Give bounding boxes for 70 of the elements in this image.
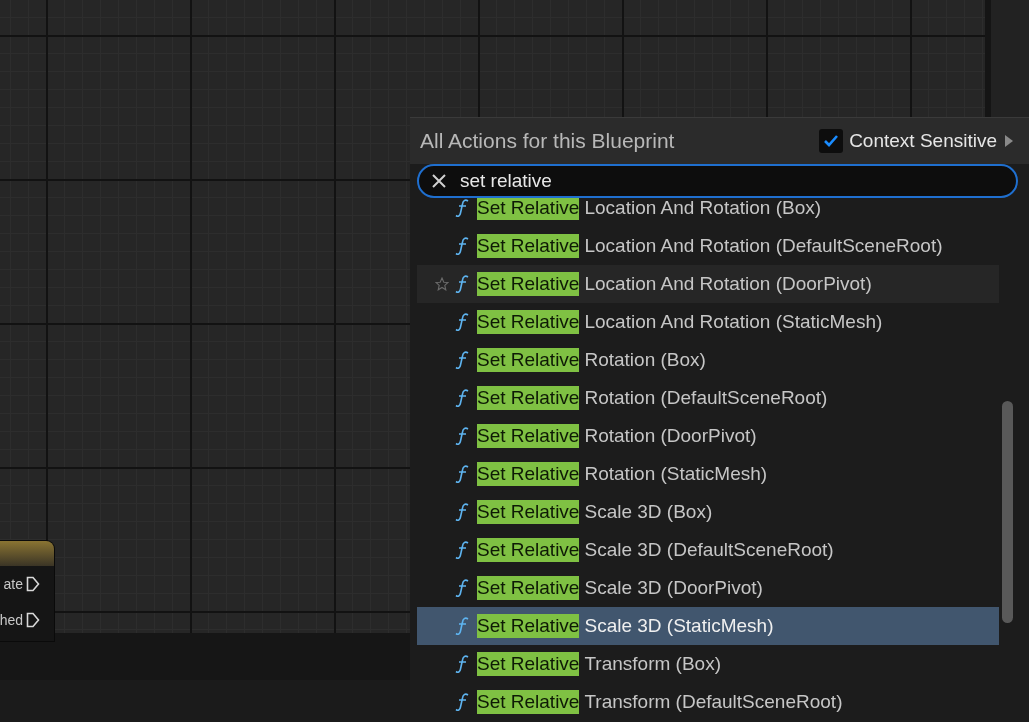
match-highlight: Set Relative <box>477 462 580 486</box>
action-label: Scale 3D (DefaultSceneRoot) <box>584 539 834 561</box>
action-label: Rotation (DefaultSceneRoot) <box>584 387 828 409</box>
function-icon <box>455 692 471 712</box>
action-item[interactable]: Set Relative Location And Rotation (Box) <box>417 198 999 227</box>
checkmark-icon <box>823 134 840 148</box>
match-highlight: Set Relative <box>477 652 580 676</box>
match-highlight: Set Relative <box>477 234 580 258</box>
action-label: Location And Rotation (DoorPivot) <box>584 273 872 295</box>
exec-pin-icon[interactable] <box>26 576 40 592</box>
action-label: Location And Rotation (Box) <box>584 198 822 219</box>
function-icon <box>455 502 471 522</box>
function-icon <box>455 616 471 636</box>
action-label: Transform (DefaultSceneRoot) <box>584 691 843 713</box>
action-item[interactable]: Set Relative Location And Rotation (StaticMesh) <box>417 303 999 341</box>
clear-icon[interactable] <box>431 173 447 189</box>
match-highlight: Set Relative <box>477 538 580 562</box>
action-item[interactable]: Set Relative Scale 3D (DefaultSceneRoot) <box>417 531 999 569</box>
action-item[interactable]: Set Relative Scale 3D (DoorPivot) <box>417 569 999 607</box>
function-icon <box>455 388 471 408</box>
star-icon[interactable] <box>435 277 449 291</box>
function-icon <box>455 274 471 294</box>
match-highlight: Set Relative <box>477 348 580 372</box>
match-highlight: Set Relative <box>477 310 580 334</box>
match-highlight: Set Relative <box>477 272 580 296</box>
pin-label: hed <box>0 612 23 628</box>
action-label: Scale 3D (Box) <box>584 501 713 523</box>
pin-label: ate <box>3 576 23 592</box>
exec-pin-icon[interactable] <box>26 612 40 628</box>
action-item[interactable]: Set Relative Rotation (StaticMesh) <box>417 455 999 493</box>
match-highlight: Set Relative <box>477 198 580 220</box>
search-field[interactable]: set relative <box>417 164 1018 198</box>
checkbox[interactable] <box>819 129 844 153</box>
checkbox-label: Context Sensitive <box>849 130 997 152</box>
function-icon <box>455 198 471 218</box>
action-label: Location And Rotation (DefaultSceneRoot) <box>584 235 943 257</box>
action-item[interactable]: Set Relative Transform (DefaultSceneRoot) <box>417 683 999 721</box>
function-icon <box>455 312 471 332</box>
match-highlight: Set Relative <box>477 424 580 448</box>
match-highlight: Set Relative <box>477 576 580 600</box>
action-label: Scale 3D (DoorPivot) <box>584 577 763 599</box>
action-item[interactable]: Set Relative Transform (Box) <box>417 645 999 683</box>
node-header <box>0 541 54 566</box>
action-item[interactable]: Set Relative Location And Rotation (DefaultSceneRoot) <box>417 227 999 265</box>
function-icon <box>455 654 471 674</box>
function-icon <box>455 236 471 256</box>
action-label: Rotation (Box) <box>584 349 706 371</box>
action-label: Transform (Box) <box>584 653 721 675</box>
match-highlight: Set Relative <box>477 690 580 714</box>
action-label: Location And Rotation (StaticMesh) <box>584 311 883 333</box>
match-highlight: Set Relative <box>477 614 580 638</box>
action-item[interactable]: Set Relative Rotation (DoorPivot) <box>417 417 999 455</box>
action-item[interactable]: Set Relative Location And Rotation (DoorPivot) <box>417 265 999 303</box>
scrollbar-thumb[interactable] <box>1002 401 1013 623</box>
action-label: Rotation (DoorPivot) <box>584 425 757 447</box>
function-icon <box>455 578 471 598</box>
match-highlight: Set Relative <box>477 500 580 524</box>
function-icon <box>455 426 471 446</box>
action-label: Scale 3D (StaticMesh) <box>584 615 774 637</box>
function-icon <box>455 464 471 484</box>
action-item[interactable]: Set Relative Rotation (DefaultSceneRoot) <box>417 379 999 417</box>
match-highlight: Set Relative <box>477 386 580 410</box>
menu-title: All Actions for this Blueprint <box>420 129 675 153</box>
function-icon <box>455 540 471 560</box>
action-item[interactable]: Set Relative Scale 3D (StaticMesh) <box>417 607 999 645</box>
action-item[interactable]: Set Relative Scale 3D (Box) <box>417 493 999 531</box>
action-item[interactable]: Set Relative Rotation (Box) <box>417 341 999 379</box>
action-label: Rotation (StaticMesh) <box>584 463 768 485</box>
function-icon <box>455 350 471 370</box>
expand-arrow-icon[interactable] <box>1005 135 1013 147</box>
